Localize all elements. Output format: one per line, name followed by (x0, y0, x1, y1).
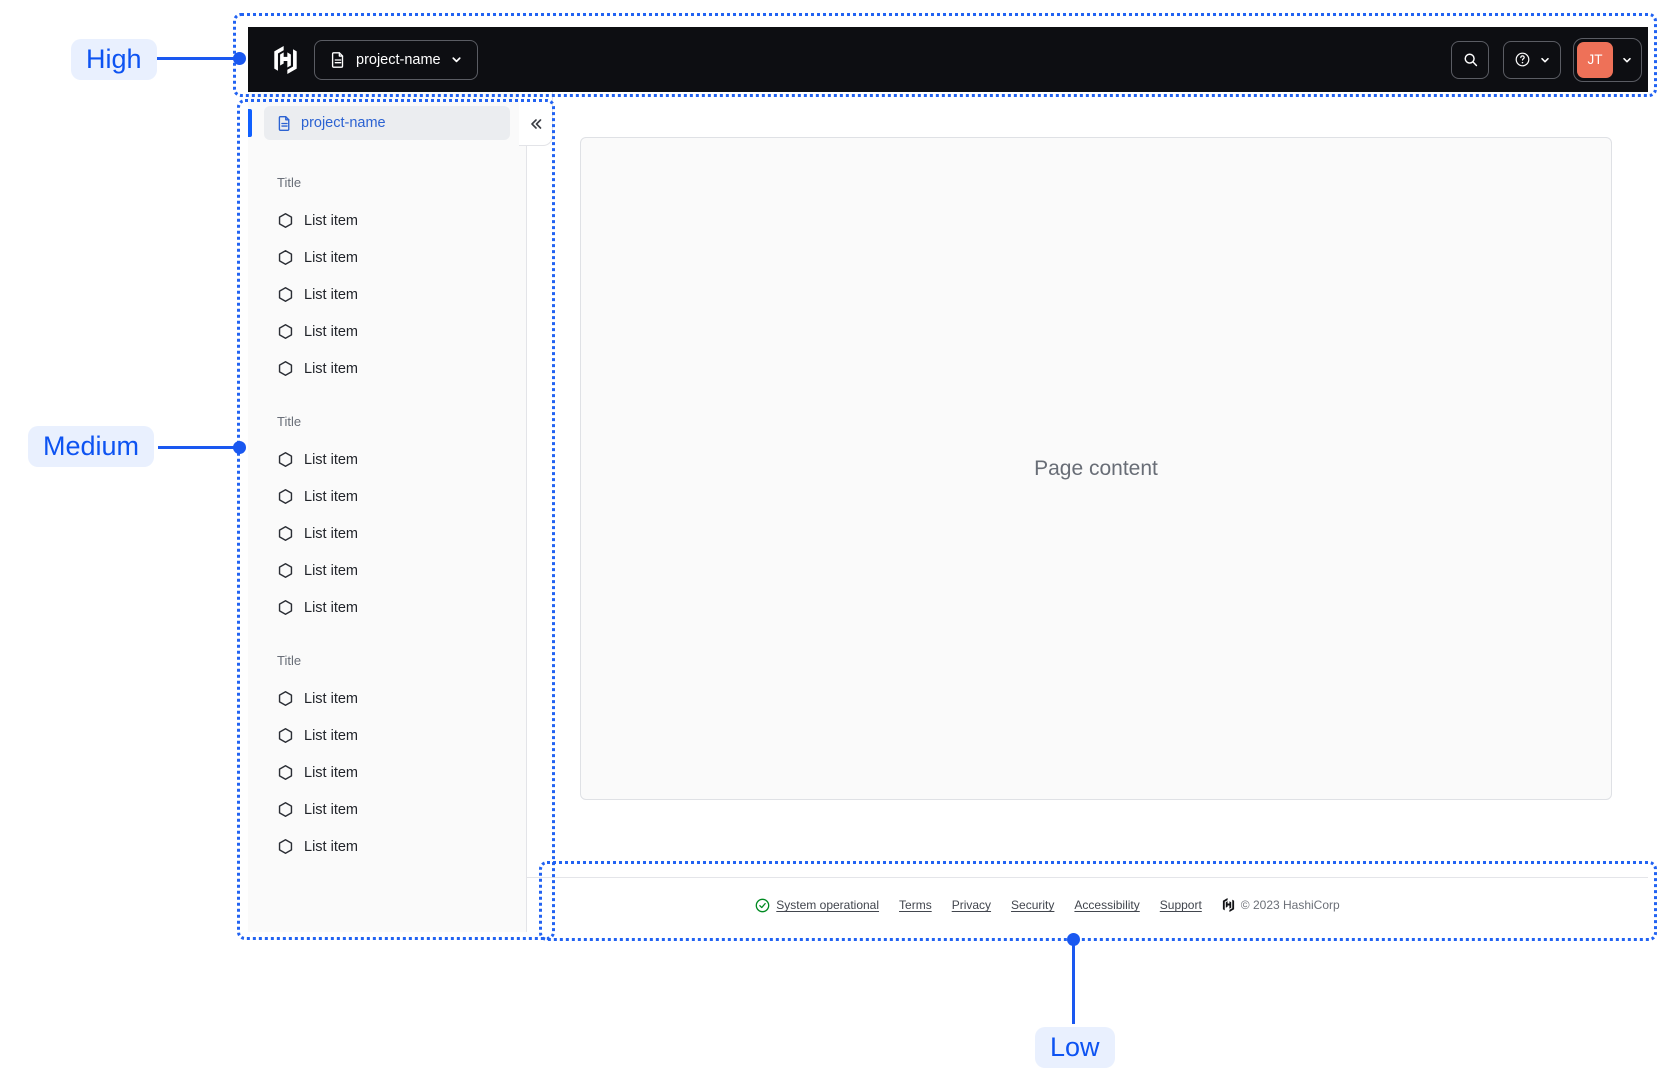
hexagon-icon (277, 764, 294, 781)
sidebar-list-item[interactable]: List item (264, 441, 510, 478)
page-content-area: Page content (580, 137, 1612, 800)
connector-line-medium (158, 446, 236, 449)
list-item-label: List item (304, 562, 358, 579)
list-item-label: List item (304, 488, 358, 505)
hashicorp-logo-small (1222, 898, 1235, 912)
sidebar-section: Title List item List item List item List ite… (264, 174, 510, 387)
hexagon-icon (277, 488, 294, 505)
project-switcher-button[interactable]: project-name (314, 39, 478, 80)
connector-line-low (1072, 940, 1075, 1024)
hexagon-icon (277, 801, 294, 818)
list-item-label: List item (304, 727, 358, 744)
connector-dot-high (233, 52, 246, 65)
project-switcher-label: project-name (356, 51, 441, 68)
section-title: Title (277, 414, 302, 429)
footer-link-accessibility[interactable]: Accessibility (1074, 898, 1139, 912)
sidebar-item-project-name[interactable]: project-name (264, 106, 510, 140)
sidebar-list-item[interactable]: List item (264, 828, 510, 865)
section-title: Title (277, 175, 302, 190)
user-menu-button[interactable]: JT (1573, 37, 1642, 82)
sidebar-list-item[interactable]: List item (264, 680, 510, 717)
sidebar-sections: Title List item List item List item List ite… (248, 140, 526, 865)
footer: System operational Terms Privacy Security A… (527, 877, 1648, 932)
hexagon-icon (277, 451, 294, 468)
copyright-text: © 2023 HashiCorp (1240, 898, 1340, 912)
hexagon-icon (277, 323, 294, 340)
sidebar-list-item[interactable]: List item (264, 515, 510, 552)
sidebar-list-item[interactable]: List item (264, 754, 510, 791)
list-item-label: List item (304, 286, 358, 303)
sidebar-list-item[interactable]: List item (264, 791, 510, 828)
list-item-label: List item (304, 249, 358, 266)
hexagon-icon (277, 525, 294, 542)
file-text-icon (329, 51, 347, 69)
sidebar: project-name Title List item List item List… (248, 92, 527, 932)
hexagon-icon (277, 249, 294, 266)
hexagon-icon (277, 360, 294, 377)
list-item-label: List item (304, 360, 358, 377)
footer-link-security[interactable]: Security (1011, 898, 1054, 912)
file-text-icon (276, 115, 293, 132)
copyright: © 2023 HashiCorp (1222, 898, 1340, 912)
active-item-indicator (248, 109, 252, 137)
hexagon-icon (277, 838, 294, 855)
hexagon-icon (277, 286, 294, 303)
hexagon-icon (277, 727, 294, 744)
hashicorp-logo[interactable] (272, 45, 299, 74)
sidebar-section: Title List item List item List item List ite… (264, 413, 510, 626)
sidebar-collapse-tab (519, 92, 553, 146)
sidebar-list-item[interactable]: List item (264, 589, 510, 626)
search-icon (1462, 51, 1479, 68)
annotated-screenshot: project-name JT project-name Title List … (0, 0, 1672, 1078)
connector-dot-medium (233, 441, 246, 454)
avatar: JT (1577, 41, 1613, 78)
hexagon-icon (277, 212, 294, 229)
double-chevron-left-icon (528, 116, 544, 132)
sidebar-list-item[interactable]: List item (264, 313, 510, 350)
sidebar-list-item[interactable]: List item (264, 552, 510, 589)
hexagon-icon (277, 690, 294, 707)
collapse-sidebar-button[interactable] (526, 114, 546, 134)
sidebar-section: Title List item List item List item List ite… (264, 652, 510, 865)
connector-dot-low (1067, 933, 1080, 946)
list-item-label: List item (304, 599, 358, 616)
system-status-label: System operational (776, 898, 880, 912)
chevron-down-icon (1621, 54, 1633, 66)
list-item-label: List item (304, 838, 358, 855)
list-item-label: List item (304, 764, 358, 781)
connector-line-high (157, 57, 236, 60)
list-item-label: List item (304, 801, 358, 818)
priority-label-high: High (71, 39, 157, 80)
section-title: Title (277, 653, 302, 668)
sidebar-list-item[interactable]: List item (264, 276, 510, 313)
top-navbar: project-name JT (248, 27, 1648, 92)
sidebar-list-item[interactable]: List item (264, 202, 510, 239)
list-item-label: List item (304, 451, 358, 468)
hexagon-icon (277, 562, 294, 579)
chevron-down-icon (1539, 54, 1551, 66)
list-item-label: List item (304, 525, 358, 542)
list-item-label: List item (304, 690, 358, 707)
help-icon (1514, 51, 1531, 68)
system-status-link[interactable]: System operational (755, 898, 879, 913)
hexagon-icon (277, 599, 294, 616)
page-content-placeholder: Page content (1034, 456, 1158, 480)
check-circle-icon (755, 898, 770, 913)
footer-link-support[interactable]: Support (1160, 898, 1202, 912)
footer-link-terms[interactable]: Terms (899, 898, 932, 912)
sidebar-list-item[interactable]: List item (264, 717, 510, 754)
sidebar-list-item[interactable]: List item (264, 239, 510, 276)
sidebar-list-item[interactable]: List item (264, 350, 510, 387)
list-item-label: List item (304, 323, 358, 340)
chevron-down-icon (450, 53, 463, 66)
list-item-label: List item (304, 212, 358, 229)
help-menu-button[interactable] (1503, 40, 1561, 79)
footer-link-privacy[interactable]: Privacy (952, 898, 991, 912)
priority-label-low: Low (1035, 1027, 1115, 1068)
sidebar-list-item[interactable]: List item (264, 478, 510, 515)
priority-label-medium: Medium (28, 426, 155, 467)
active-item-label: project-name (301, 115, 386, 131)
search-button[interactable] (1451, 40, 1489, 79)
